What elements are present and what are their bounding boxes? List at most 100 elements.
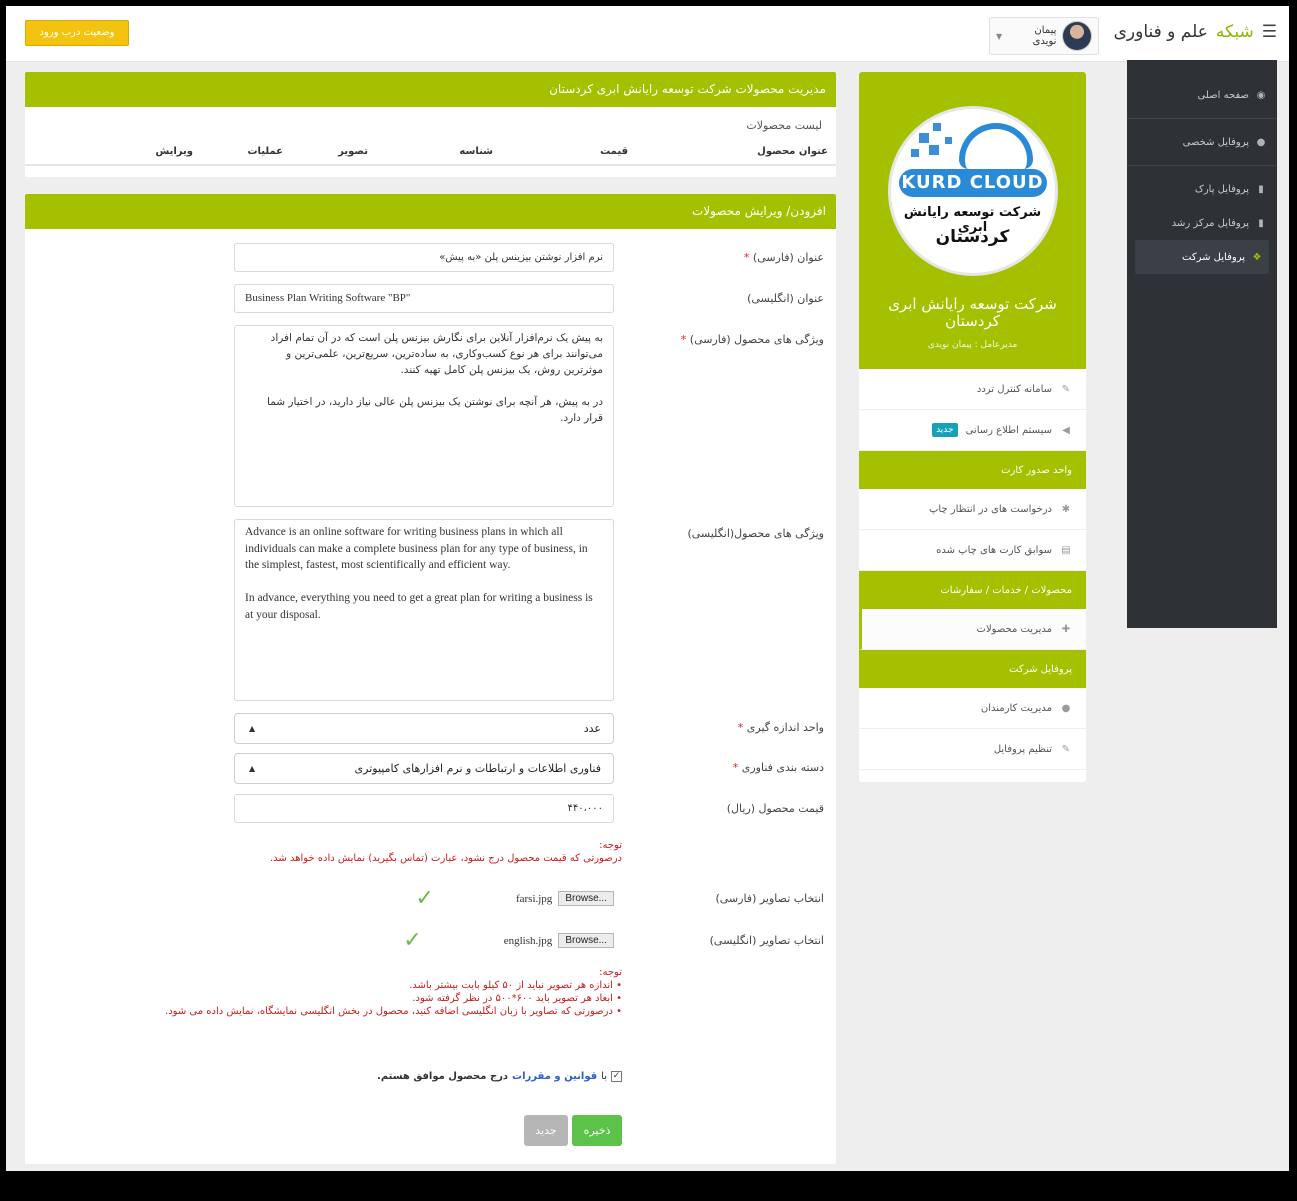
note-text: درصورتی که قیمت محصول درج نشود، عبارت (ت… — [269, 853, 622, 864]
unit-select[interactable]: عدد ▲ — [234, 713, 614, 744]
check-icon: ✓ — [415, 886, 434, 911]
title-en-input[interactable]: Business Plan Writing Software "BP" — [234, 284, 614, 313]
menu-icon[interactable]: ☰ — [1262, 22, 1277, 42]
dark-sidebar: ◉ صفحه اصلی ● پروفایل شخصی ▮ پروفایل پار… — [1127, 60, 1277, 628]
select-value: فناوری اطلاعات و ارتباطات و نرم افزارهای… — [354, 762, 601, 775]
dashboard-icon: ◉ — [1256, 89, 1266, 101]
field-label: ویژگی های محصول (فارسی) — [689, 333, 824, 346]
note-title: توجه: — [599, 840, 622, 851]
menu-label: مدیریت کارمندان — [980, 702, 1052, 714]
field-category: دسته بندی فناوری * فناوری اطلاعات و ارتب… — [234, 753, 824, 784]
panel-title: افزودن/ ویرایش محصولات — [25, 194, 836, 229]
save-button[interactable]: ذخیره — [572, 1115, 622, 1146]
menu-notification-system[interactable]: ◀ سیستم اطلاع رسانی جدید — [859, 410, 1086, 451]
menu-manage-employees[interactable]: ● مدیریت کارمندان — [859, 688, 1086, 729]
features-fa-textarea[interactable]: به پیش یک نرم‌افزار آنلاین برای نگارش بی… — [234, 325, 614, 507]
check-icon: ✓ — [403, 928, 422, 953]
product-list-panel: مدیریت محصولات شرکت توسعه رایانش ابری کر… — [25, 72, 836, 177]
column-header[interactable]: قیمت — [493, 146, 628, 164]
section-card-issuance: واحد صدور کارت — [859, 451, 1086, 489]
column-header[interactable]: عنوان محصول — [628, 146, 828, 164]
divider — [1127, 118, 1277, 119]
logo-text-line2: کردستان — [935, 227, 1010, 247]
company-name: شرکت توسعه رایانش ابری کردستان — [888, 295, 1057, 330]
required-mark: * — [737, 721, 744, 734]
sidebar-item-personal-profile[interactable]: ● پروفایل شخصی — [1127, 125, 1277, 159]
menu-label: سوابق کارت های چاپ شده — [936, 544, 1052, 556]
top-bar: ☰ شبکه علم و فناوری پیمان نویدی ▼ وضعیت … — [6, 6, 1289, 62]
agree-text: با — [601, 1071, 607, 1082]
menu-access-control[interactable]: ✎ سامانه کنترل تردد — [859, 369, 1086, 410]
note-line: • ابعاد هر تصویر باید ۶۰۰*۵۰۰ در نظر گرف… — [412, 993, 622, 1004]
user-icon: ● — [1061, 702, 1071, 714]
menu-label: سامانه کنترل تردد — [976, 383, 1052, 395]
agree-text: درج محصول موافق هستم. — [377, 1071, 509, 1082]
product-form-panel: افزودن/ ویرایش محصولات عنوان (فارسی) * ن… — [25, 194, 836, 1164]
required-mark: * — [732, 761, 739, 774]
field-features-fa: ویژگی های محصول (فارسی) * به پیش یک نرم‌… — [234, 325, 824, 507]
terms-checkbox[interactable]: ✓ — [611, 1071, 622, 1082]
field-title-en: عنوان (انگلیسی) Business Plan Writing So… — [234, 284, 824, 313]
column-header[interactable]: عملیات — [193, 146, 283, 164]
column-header[interactable]: تصویر — [283, 146, 368, 164]
app-frame: ☰ شبکه علم و فناوری پیمان نویدی ▼ وضعیت … — [6, 6, 1289, 1171]
cubes-icon: ❖ — [1252, 251, 1262, 263]
sidebar-item-label: پروفایل پارک — [1194, 183, 1249, 195]
caret-down-icon: ▼ — [996, 31, 1003, 41]
note-line: • اندازه هر تصویر نباید از ۵۰ کیلو بایت … — [409, 980, 622, 991]
file-name: english.jpg — [503, 934, 553, 947]
terms-link[interactable]: قوانین و مقررات — [512, 1071, 597, 1082]
brand-prefix: شبکه — [1215, 22, 1254, 42]
menu-printed-cards[interactable]: ▤ سوابق کارت های چاپ شده — [859, 530, 1086, 571]
brand[interactable]: ☰ شبکه علم و فناوری — [1114, 22, 1277, 42]
browse-button[interactable]: Browse... — [558, 891, 614, 906]
menu-manage-products[interactable]: ✚ مدیریت محصولات — [859, 609, 1086, 650]
features-en-textarea[interactable]: Advance is an online software for writin… — [234, 519, 614, 701]
field-price: قیمت محصول (ریال) ۴۴۰،۰۰۰ — [234, 794, 824, 823]
field-title-fa: عنوان (فارسی) * نرم افزار نوشتن بیزینس پ… — [234, 243, 824, 272]
column-header[interactable]: شناسه — [368, 146, 493, 164]
asterisk-icon: ✱ — [1061, 503, 1071, 515]
file-name: farsi.jpg — [515, 892, 553, 905]
note-title: توجه: — [599, 967, 622, 978]
browse-button[interactable]: Browse... — [558, 933, 614, 948]
sidebar-item-incubator-profile[interactable]: ▮ پروفایل مرکز رشد — [1127, 206, 1277, 240]
field-features-en: ویژگی های محصول(انگلیسی) Advance is an o… — [234, 519, 824, 701]
new-button[interactable]: جدید — [524, 1115, 568, 1146]
price-input[interactable]: ۴۴۰،۰۰۰ — [234, 794, 614, 823]
brand-suffix: علم و فناوری — [1113, 22, 1208, 42]
avatar — [1062, 21, 1092, 51]
sidebar-item-home[interactable]: ◉ صفحه اصلی — [1127, 78, 1277, 112]
company-logo: KURD CLOUD شرکت توسعه رایانش ابری کردستا… — [887, 106, 1058, 276]
menu-label: مدیریت محصولات — [976, 623, 1052, 635]
table-header: عنوان محصول قیمت شناسه تصویر عملیات ویرا… — [25, 132, 836, 166]
field-label: عنوان (فارسی) — [752, 251, 824, 264]
door-status-button[interactable]: وضعیت درب ورود — [25, 20, 129, 46]
card-icon: ▤ — [1061, 544, 1071, 556]
menu-profile-settings[interactable]: ✎ تنظیم پروفایل — [859, 729, 1086, 770]
column-header[interactable]: ویرایش — [123, 146, 193, 164]
title-fa-input[interactable]: نرم افزار نوشتن بیزینس پلن «به پیش» — [234, 243, 614, 272]
caret-up-icon: ▲ — [249, 724, 256, 733]
terms-agreement: ✓ با قوانین و مقررات درج محصول موافق هست… — [377, 1071, 622, 1082]
select-value: عدد — [583, 722, 601, 735]
sidebar-item-label: پروفایل شخصی — [1182, 136, 1249, 148]
field-label: انتخاب تصاویر (انگلیسی) — [709, 934, 824, 947]
price-note: توجه: درصورتی که قیمت محصول درج نشود، عب… — [42, 839, 622, 865]
sidebar-item-label: صفحه اصلی — [1197, 89, 1249, 101]
menu-print-requests[interactable]: ✱ درخواست های در انتظار چاپ — [859, 489, 1086, 530]
category-select[interactable]: فناوری اطلاعات و ارتباطات و نرم افزارهای… — [234, 753, 614, 784]
required-mark: * — [680, 333, 687, 346]
bullhorn-icon: ◀ — [1062, 424, 1070, 436]
field-unit: واحد اندازه گیری * عدد ▲ — [234, 713, 824, 744]
sidebar-item-company-profile[interactable]: ❖ پروفایل شرکت — [1135, 240, 1269, 274]
user-menu[interactable]: پیمان نویدی ▼ — [989, 17, 1099, 55]
user-icon: ● — [1256, 136, 1266, 148]
field-label: دسته بندی فناوری — [741, 761, 824, 774]
sidebar-item-park-profile[interactable]: ▮ پروفایل پارک — [1127, 172, 1277, 206]
panel-title: مدیریت محصولات شرکت توسعه رایانش ابری کر… — [25, 72, 836, 107]
building-icon: ▮ — [1258, 183, 1264, 195]
caret-up-icon: ▲ — [249, 764, 256, 773]
field-label: انتخاب تصاویر (فارسی) — [715, 892, 824, 905]
ceo-name: مدیرعامل : پیمان نویدی — [927, 340, 1018, 350]
